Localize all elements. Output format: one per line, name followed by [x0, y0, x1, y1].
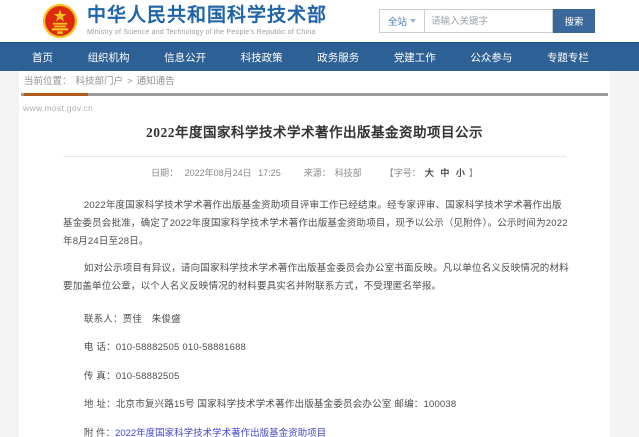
national-emblem-logo — [42, 3, 78, 39]
font-size-medium-button[interactable]: 中 — [440, 168, 449, 178]
font-size-large-button[interactable]: 大 — [425, 168, 434, 178]
site-url-watermark: www.most.gov.cn — [23, 103, 610, 113]
article-body: 2022年度国家科学技术学术著作出版基金资助项目评审工作已经结束。经专家评审、国… — [19, 179, 610, 437]
content-card: 当前位置： 科技部门户 > 通知通告 www.most.gov.cn 2022年… — [19, 71, 610, 437]
article-paragraph: 如对公示项目有异议，请向国家科学技术学术著作出版基金委员会办公室书面反映。凡以单… — [63, 260, 570, 296]
contact-phone-line: 电 话：010-58882505 010-58881688 — [63, 339, 570, 353]
nav-item-special-topics[interactable]: 专题专栏 — [547, 50, 589, 65]
breadcrumb: 当前位置： 科技部门户 > 通知通告 — [19, 71, 610, 93]
breadcrumb-separator: > — [127, 71, 133, 93]
site-title: 中华人民共和国科学技术部 — [87, 6, 327, 27]
search-button[interactable]: 搜索 — [553, 9, 595, 33]
search-input[interactable] — [425, 9, 553, 33]
article-meta: 日期： 2022年08月24日 17:25 来源： 科技部 【字号： 大 中 小】 — [19, 166, 610, 179]
meta-fontsize-prefix: 【字号： — [385, 168, 421, 178]
breadcrumb-portal-link[interactable]: 科技部门户 — [76, 71, 124, 93]
site-title-block: 中华人民共和国科学技术部 Ministry of Science and Tec… — [87, 6, 327, 36]
contact-address-line: 地 址：北京市复兴路15号 国家科学技术学术著作出版基金委员会办公室 邮编：10… — [63, 396, 570, 410]
article-paragraph: 2022年度国家科学技术学术著作出版基金资助项目评审工作已经结束。经专家评审、国… — [63, 197, 570, 251]
nav-item-home[interactable]: 首页 — [32, 50, 53, 65]
meta-source: 科技部 — [335, 168, 362, 178]
nav-item-gov-services[interactable]: 政务服务 — [317, 50, 359, 65]
nav-item-public-participation[interactable]: 公众参与 — [470, 50, 512, 65]
meta-source-label: 来源： — [304, 168, 331, 178]
chevron-down-icon — [410, 19, 416, 23]
meta-date: 2022年08月24日 — [185, 168, 252, 178]
nav-item-party-building[interactable]: 党建工作 — [394, 50, 436, 65]
site-header: 中华人民共和国科学技术部 Ministry of Science and Tec… — [0, 0, 639, 42]
page-background: 当前位置： 科技部门户 > 通知通告 www.most.gov.cn 2022年… — [0, 71, 639, 437]
font-size-small-button[interactable]: 小 — [456, 168, 465, 178]
attachment-link[interactable]: 2022年度国家科学技术学术著作出版基金资助项目 — [115, 428, 326, 437]
nav-item-info-disclosure[interactable]: 信息公开 — [164, 50, 206, 65]
contact-fax-line: 传 真：010-58882505 — [63, 368, 570, 382]
meta-divider — [63, 156, 566, 157]
search-scope-value: 全站 — [388, 14, 407, 28]
attachment-line: 附 件：2022年度国家科学技术学术著作出版基金资助项目 — [63, 425, 570, 437]
main-nav: 首页 组织机构 信息公开 科技政策 政务服务 党建工作 公众参与 专题专栏 — [0, 42, 639, 71]
contact-person-line: 联系人：贾佳 朱俊盛 — [63, 311, 570, 325]
meta-date-label: 日期： — [151, 168, 178, 178]
breadcrumb-label: 当前位置： — [24, 71, 72, 93]
meta-fontsize-suffix: 】 — [469, 168, 478, 178]
card-top-divider-accent — [24, 93, 88, 96]
card-top-divider — [21, 93, 608, 96]
nav-item-policy[interactable]: 科技政策 — [241, 50, 283, 65]
breadcrumb-current-link[interactable]: 通知通告 — [137, 71, 175, 93]
search-scope-select[interactable]: 全站 — [379, 9, 425, 33]
attachment-label: 附 件： — [84, 428, 115, 437]
article-title: 2022年度国家科学技术学术著作出版基金资助项目公示 — [19, 121, 610, 141]
search-area: 全站 搜索 — [379, 9, 595, 33]
nav-item-organization[interactable]: 组织机构 — [88, 50, 130, 65]
meta-time: 17:25 — [258, 168, 281, 178]
site-subtitle: Ministry of Science and Technology of th… — [87, 29, 327, 36]
